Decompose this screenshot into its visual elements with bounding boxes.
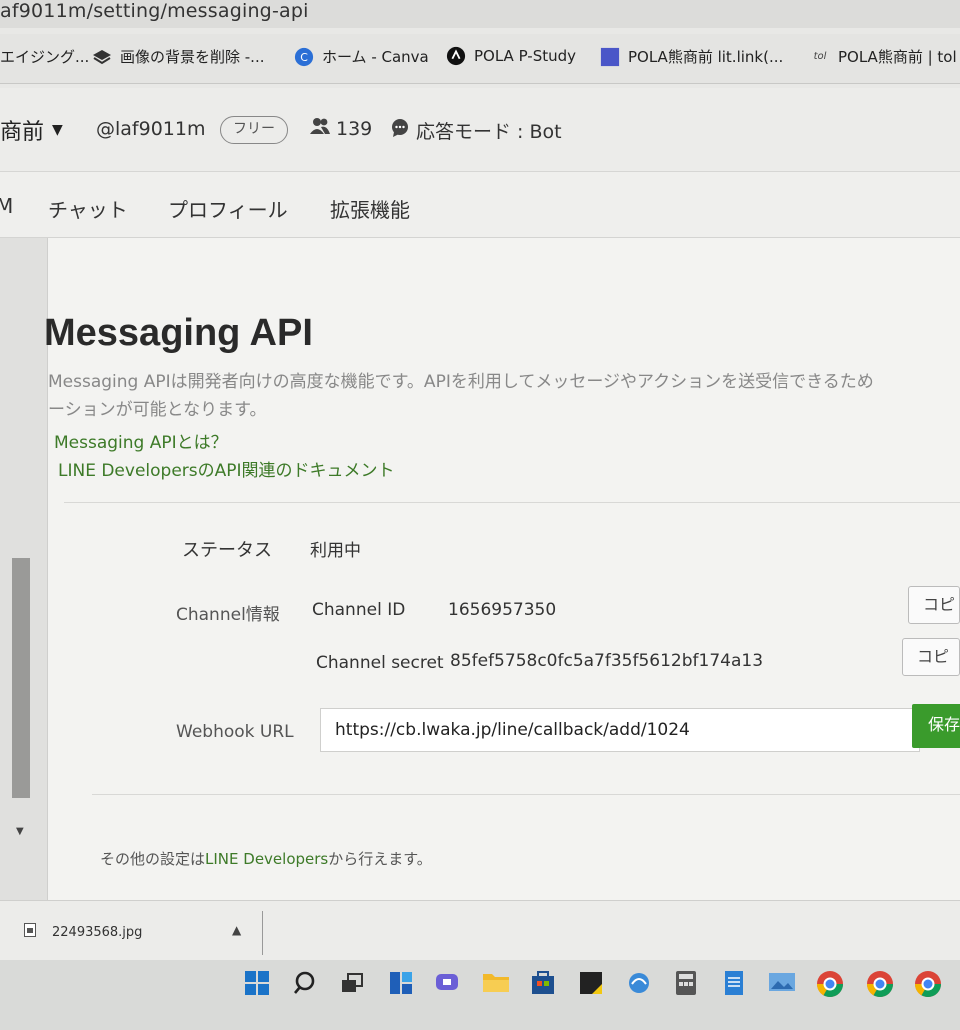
- tol-icon: tol: [813, 51, 827, 62]
- copy-channel-secret-button[interactable]: コピー: [902, 638, 960, 676]
- channel-secret-value: 85fef5758c0fc5a7f35f5612bf174a13: [450, 651, 764, 671]
- download-item[interactable]: 22493568.jpg: [24, 923, 142, 941]
- channel-id-label: Channel ID: [312, 600, 406, 620]
- chrome-icon[interactable]: [816, 970, 846, 1000]
- footer-note-pre: その他の設定は: [100, 850, 206, 868]
- study-icon: [446, 46, 466, 66]
- friend-count: 139: [310, 117, 372, 140]
- svg-text:C: C: [300, 51, 308, 64]
- litlink-icon: [600, 47, 620, 67]
- bookmark-litlink[interactable]: POLA熊商前 lit.link(...: [600, 46, 783, 67]
- response-mode[interactable]: 応答モード : Bot: [390, 117, 562, 144]
- file-explorer-icon[interactable]: [482, 970, 512, 1000]
- photos-icon[interactable]: [768, 970, 798, 1000]
- footer-note: その他の設定はLINE Developersから行えます。: [100, 848, 432, 869]
- users-icon: [310, 117, 330, 140]
- chat-bubble-icon: [390, 118, 410, 143]
- sidebar: ▼: [0, 238, 48, 900]
- channel-secret-label: Channel secret: [316, 653, 444, 673]
- bookmark-label: POLA熊商前 lit.link(...: [628, 48, 784, 66]
- description-line-2: ーションが可能となります。: [48, 400, 267, 420]
- page-description: Messaging APIは開発者向けの高度な機能です。APIを利用してメッセー…: [48, 368, 960, 424]
- bookmark-label: 画像の背景を削除 -...: [120, 48, 265, 66]
- sidebar-scrollbar[interactable]: [12, 558, 30, 798]
- url-text: af9011m/setting/messaging-api: [0, 0, 309, 22]
- webhook-url-value: https://cb.lwaka.jp/line/callback/add/10…: [335, 720, 690, 740]
- friend-count-value: 139: [336, 117, 373, 140]
- weather-icon[interactable]: [626, 970, 656, 1000]
- bookmark-remove-bg[interactable]: 画像の背景を削除 -...: [92, 46, 265, 67]
- divider: [64, 502, 960, 503]
- notepad-icon[interactable]: [722, 970, 752, 1000]
- search-icon[interactable]: [292, 970, 322, 1000]
- store-icon[interactable]: [530, 970, 560, 1000]
- plan-badge: フリー: [220, 116, 288, 144]
- chevron-down-icon: ▼: [52, 122, 63, 138]
- status-value: 利用中: [310, 541, 361, 561]
- nav-item-partial[interactable]: M: [0, 194, 13, 218]
- bookmark-tol[interactable]: tol POLA熊商前 | tol: [810, 46, 957, 67]
- response-mode-label: 応答モード : Bot: [416, 121, 562, 143]
- account-id: @laf9011m: [96, 118, 206, 140]
- footer-note-post: から行えます。: [328, 850, 432, 868]
- nav-item-chat[interactable]: チャット: [48, 194, 128, 223]
- bookmark-label: エイジング...: [0, 48, 90, 66]
- calculator-icon[interactable]: [674, 970, 704, 1000]
- chat-icon[interactable]: [434, 970, 464, 1000]
- webhook-url-label: Webhook URL: [176, 722, 294, 742]
- nav-item-profile[interactable]: プロフィール: [168, 194, 288, 223]
- what-is-messaging-api-link[interactable]: Messaging APIとは？: [54, 428, 228, 453]
- copy-channel-id-button[interactable]: コピー: [908, 586, 960, 624]
- bookmark-aging[interactable]: エイジング...: [0, 46, 89, 67]
- taskbar: [0, 960, 960, 1030]
- chevron-up-icon[interactable]: ▲: [232, 923, 241, 937]
- bookmark-label: ホーム - Canva: [322, 48, 429, 66]
- scroll-down-arrow-icon[interactable]: ▼: [16, 826, 24, 837]
- channel-info-label: Channel情報: [176, 605, 280, 625]
- bookmark-canva[interactable]: C ホーム - Canva: [294, 46, 429, 67]
- download-filename: 22493568.jpg: [52, 924, 143, 940]
- save-button-label: 保存: [928, 715, 960, 734]
- nav-item-extensions[interactable]: 拡張機能: [330, 194, 410, 223]
- download-bar: 22493568.jpg ▲: [0, 900, 960, 960]
- webhook-url-input[interactable]: https://cb.lwaka.jp/line/callback/add/10…: [320, 708, 920, 752]
- chrome-profile-icon[interactable]: [866, 970, 896, 1000]
- page-title: Messaging API: [44, 312, 313, 354]
- task-view-icon[interactable]: [340, 970, 370, 1000]
- copy-button-label: コピー: [923, 595, 956, 614]
- account-switcher[interactable]: 熊商前 ▼: [0, 114, 63, 146]
- account-header: 熊商前 ▼ @laf9011m フリー 139 応答モード : Bot: [0, 88, 960, 172]
- copy-button-label: コピー: [917, 647, 950, 666]
- save-button[interactable]: 保存: [912, 704, 960, 748]
- main-nav: M チャット プロフィール 拡張機能: [0, 172, 960, 238]
- account-name: 熊商前: [0, 120, 45, 145]
- channel-id-value: 1656957350: [448, 600, 557, 620]
- bookmark-label: POLA P-Study: [474, 47, 577, 65]
- status-label: ステータス: [182, 540, 272, 561]
- bookmark-pola-pstudy[interactable]: POLA P-Study: [446, 46, 576, 66]
- line-developers-docs-link[interactable]: LINE DevelopersのAPI関連のドキュメント: [58, 456, 395, 481]
- widgets-icon[interactable]: [388, 970, 418, 1000]
- canva-icon: C: [294, 47, 314, 67]
- windows-start-icon[interactable]: [244, 970, 274, 1000]
- address-bar[interactable]: af9011m/setting/messaging-api: [0, 0, 960, 28]
- line-developers-link[interactable]: LINE Developers: [205, 850, 328, 868]
- bookmarks-bar: エイジング... 画像の背景を削除 -... C ホーム - Canva POL…: [0, 34, 960, 84]
- sticky-notes-icon[interactable]: [578, 970, 608, 1000]
- messaging-api-panel: Messaging API Messaging APIは開発者向けの高度な機能で…: [44, 238, 960, 900]
- chrome-alt-icon[interactable]: [914, 970, 944, 1000]
- divider: [92, 794, 960, 795]
- divider: [262, 911, 263, 955]
- image-file-icon: [24, 923, 36, 941]
- bookmark-label: POLA熊商前 | tol: [838, 48, 957, 66]
- layers-icon: [92, 47, 112, 67]
- description-line-1: Messaging APIは開発者向けの高度な機能です。APIを利用してメッセー…: [48, 372, 874, 392]
